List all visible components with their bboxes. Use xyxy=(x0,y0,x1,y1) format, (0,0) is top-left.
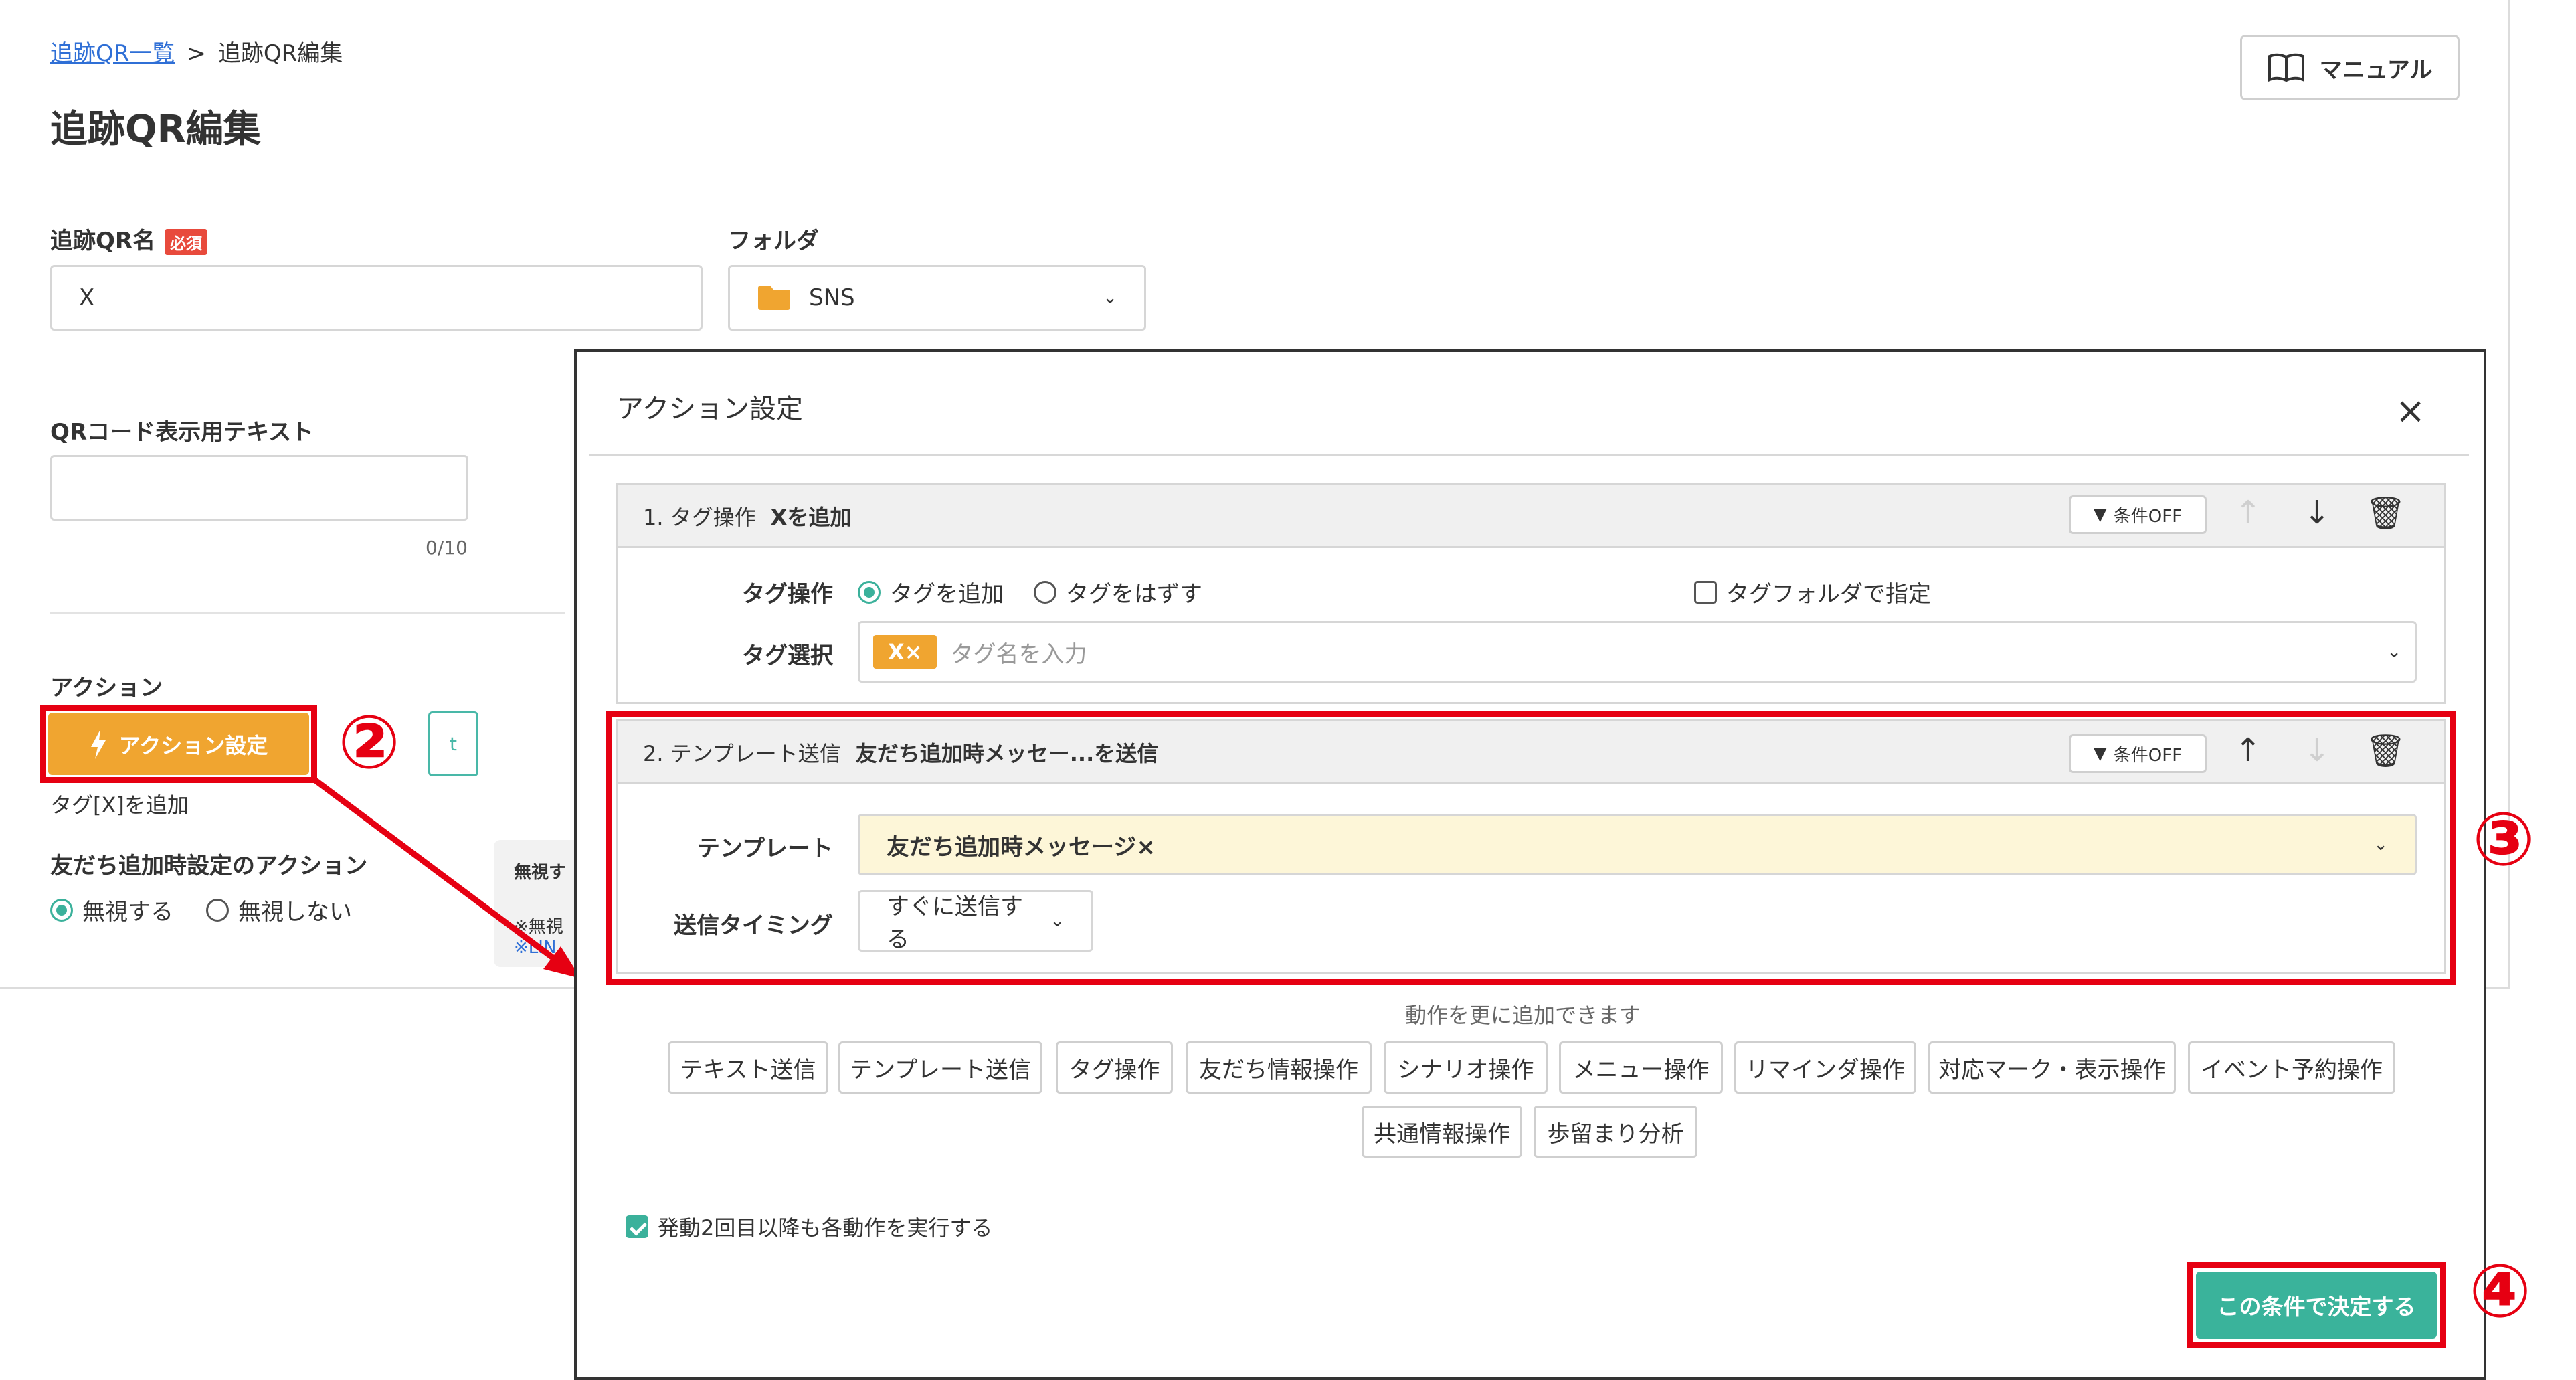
add-tag-operation-button[interactable]: タグ操作 xyxy=(1056,1041,1173,1094)
card-title: Xを追加 xyxy=(770,504,852,530)
repeat-checkbox-box xyxy=(626,1215,648,1238)
tag-folder-checkbox-label: タグフォルダで指定 xyxy=(1726,581,1931,608)
radio-add-tag[interactable]: タグを追加 xyxy=(858,576,1004,608)
condition-off-button[interactable]: ▼ 条件OFF xyxy=(2069,495,2207,534)
arrow-down-icon[interactable]: ↓ xyxy=(2297,494,2337,531)
close-icon[interactable]: × xyxy=(2395,390,2425,432)
tag-select-label: タグ選択 xyxy=(742,642,833,669)
radio-add-tag-indicator xyxy=(858,580,881,604)
add-actions-hint: 動作を更に追加できます xyxy=(1405,1003,1641,1028)
tag-chip[interactable]: X× xyxy=(873,635,937,669)
add-reminder-button[interactable]: リマインダ操作 xyxy=(1734,1041,1916,1094)
card-index: 1. タグ操作 xyxy=(643,504,756,530)
add-friend-info-button[interactable]: 友だち情報操作 xyxy=(1186,1041,1372,1094)
tag-input-placeholder: タグ名を入力 xyxy=(950,640,1087,668)
add-yield-analysis-button[interactable]: 歩留まり分析 xyxy=(1534,1106,1697,1158)
tag-operation-label: タグ操作 xyxy=(742,581,833,608)
tag-folder-checkbox-box xyxy=(1694,580,1717,604)
step4-marker: ④ xyxy=(2469,1248,2532,1334)
add-template-send-button[interactable]: テンプレート送信 xyxy=(838,1041,1042,1094)
tag-select-input[interactable]: X× タグ名を入力 ⌄ xyxy=(858,621,2417,683)
condition-off-label: 条件OFF xyxy=(2113,506,2183,527)
modal-divider xyxy=(589,454,2469,456)
add-event-reservation-button[interactable]: イベント予約操作 xyxy=(2188,1041,2395,1094)
add-menu-button[interactable]: メニュー操作 xyxy=(1559,1041,1723,1094)
step3-marker: ③ xyxy=(2472,796,2535,882)
chevron-down-icon: ⌄ xyxy=(2387,642,2401,662)
radio-remove-tag[interactable]: タグをはずす xyxy=(1034,576,1202,608)
modal-title: アクション設定 xyxy=(617,394,803,424)
radio-remove-tag-label: タグをはずす xyxy=(1066,581,1202,608)
arrow-up-icon: ↑ xyxy=(2234,494,2262,531)
add-scenario-button[interactable]: シナリオ操作 xyxy=(1384,1041,1548,1094)
highlight-frame-step3 xyxy=(606,711,2456,985)
add-common-info-button[interactable]: 共通情報操作 xyxy=(1362,1106,1522,1158)
tag-folder-checkbox[interactable]: タグフォルダで指定 xyxy=(1694,576,1931,608)
radio-add-tag-label: タグを追加 xyxy=(890,581,1004,608)
add-mark-display-button[interactable]: 対応マーク・表示操作 xyxy=(1928,1041,2176,1094)
repeat-execution-checkbox[interactable]: 発動2回目以降も各動作を実行する xyxy=(626,1211,992,1242)
trash-icon[interactable]: 🗑 xyxy=(2365,494,2406,532)
filter-icon: ▼ xyxy=(2093,505,2107,525)
radio-remove-tag-indicator xyxy=(1034,580,1056,604)
highlight-frame-step4 xyxy=(2187,1262,2446,1348)
add-text-send-button[interactable]: テキスト送信 xyxy=(668,1041,828,1094)
repeat-checkbox-label: 発動2回目以降も各動作を実行する xyxy=(658,1215,993,1241)
